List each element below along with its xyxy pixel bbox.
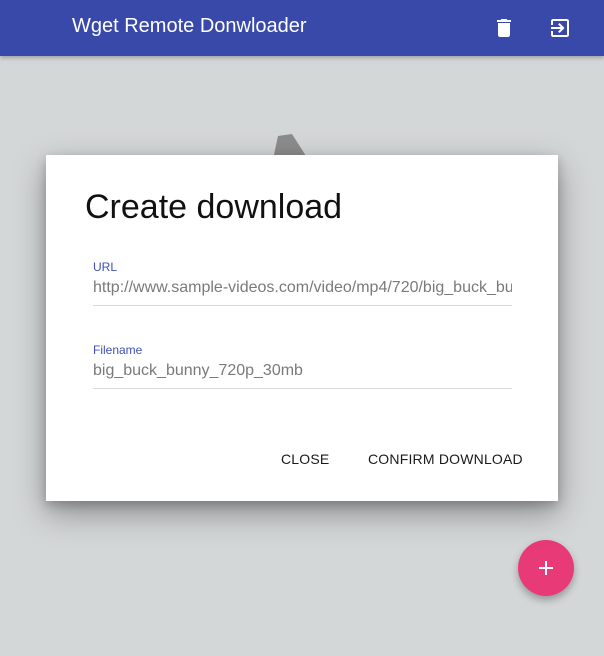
close-button[interactable]: CLOSE	[281, 451, 329, 467]
app-title: Wget Remote Donwloader	[72, 15, 307, 37]
plus-icon	[534, 556, 558, 580]
filename-input[interactable]	[93, 360, 512, 389]
confirm-download-button[interactable]: CONFIRM DOWNLOAD	[368, 451, 523, 467]
url-field: URL	[93, 259, 512, 306]
url-input[interactable]	[93, 277, 512, 306]
exit-icon	[551, 19, 569, 37]
create-download-dialog: Create download URL Filename CLOSE CONFI…	[46, 155, 558, 501]
logout-button[interactable]	[548, 16, 572, 40]
add-download-button[interactable]	[518, 540, 574, 596]
trash-icon	[497, 19, 511, 37]
filename-field: Filename	[93, 342, 512, 389]
dialog-title: Create download	[85, 188, 343, 226]
url-label: URL	[93, 260, 118, 274]
delete-button[interactable]	[492, 16, 516, 40]
filename-label: Filename	[93, 343, 143, 357]
app-bar: Wget Remote Donwloader	[0, 0, 604, 56]
